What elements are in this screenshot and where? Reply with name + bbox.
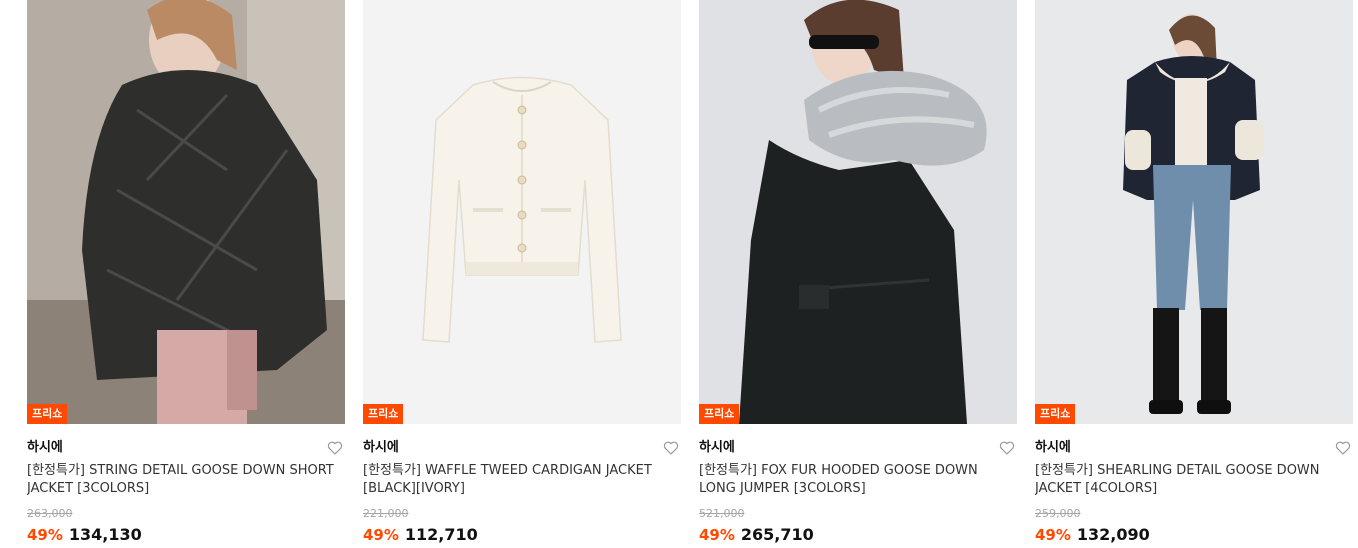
brand-row: 하시에: [699, 436, 1017, 460]
product-image[interactable]: 프리쇼: [699, 0, 1017, 424]
brand-name[interactable]: 하시에: [27, 440, 63, 455]
sale-price: 134,130: [68, 525, 142, 544]
discount-rate: 49%: [1035, 526, 1071, 544]
heart-outline-icon[interactable]: [999, 440, 1015, 456]
sale-price: 132,090: [1076, 525, 1150, 544]
product-name[interactable]: [한정특가] WAFFLE TWEED CARDIGAN JACKET [BLA…: [363, 462, 681, 498]
preshow-badge: 프리쇼: [363, 404, 404, 424]
heart-outline-icon[interactable]: [663, 440, 679, 456]
original-price: 259,000: [1035, 507, 1081, 520]
product-card[interactable]: 프리쇼 하시에 [한정특가] SHEARLING DETAIL GOOSE DO…: [1035, 0, 1353, 548]
product-image[interactable]: 프리쇼: [27, 0, 345, 424]
brand-row: 하시에: [27, 436, 345, 460]
price-row: 49% 265,710: [699, 525, 1017, 545]
price-row: 49% 112,710: [363, 525, 681, 545]
brand-name[interactable]: 하시에: [1035, 440, 1071, 455]
price-row: 49% 134,130: [27, 525, 345, 545]
preshow-badge: 프리쇼: [27, 404, 68, 424]
original-price: 521,000: [699, 507, 745, 520]
product-name[interactable]: [한정특가] FOX FUR HOODED GOOSE DOWN LONG JU…: [699, 462, 1017, 498]
discount-rate: 49%: [363, 526, 399, 544]
product-card[interactable]: 프리쇼 하시에 [한정특가] STRING DETAIL GOOSE DOWN …: [27, 0, 345, 548]
price-row: 49% 132,090: [1035, 525, 1353, 545]
product-photo-tweed-cardigan: [363, 0, 681, 424]
preshow-badge: 프리쇼: [1035, 404, 1076, 424]
product-card[interactable]: 프리쇼 하시에 [한정특가] FOX FUR HOODED GOOSE DOWN…: [699, 0, 1017, 548]
heart-outline-icon[interactable]: [327, 440, 343, 456]
product-card[interactable]: 프리쇼 하시에 [한정특가] WAFFLE TWEED CARDIGAN JAC…: [363, 0, 681, 548]
product-photo-fur-hooded-jumper: [699, 0, 1017, 424]
product-name[interactable]: [한정특가] SHEARLING DETAIL GOOSE DOWN JACKE…: [1035, 462, 1353, 498]
discount-rate: 49%: [699, 526, 735, 544]
preshow-badge: 프리쇼: [699, 404, 740, 424]
product-photo-down-short-jacket: [27, 0, 345, 424]
product-image[interactable]: 프리쇼: [363, 0, 681, 424]
brand-row: 하시에: [1035, 436, 1353, 460]
original-price: 263,000: [27, 507, 73, 520]
product-grid: 프리쇼 하시에 [한정특가] STRING DETAIL GOOSE DOWN …: [0, 0, 1358, 548]
brand-name[interactable]: 하시에: [699, 440, 735, 455]
sale-price: 265,710: [740, 525, 814, 544]
sale-price: 112,710: [404, 525, 478, 544]
brand-row: 하시에: [363, 436, 681, 460]
original-price: 221,000: [363, 507, 409, 520]
product-name[interactable]: [한정특가] STRING DETAIL GOOSE DOWN SHORT JA…: [27, 462, 345, 498]
product-photo-shearling-jacket: [1035, 0, 1353, 424]
brand-name[interactable]: 하시에: [363, 440, 399, 455]
discount-rate: 49%: [27, 526, 63, 544]
product-image[interactable]: 프리쇼: [1035, 0, 1353, 424]
heart-outline-icon[interactable]: [1335, 440, 1351, 456]
